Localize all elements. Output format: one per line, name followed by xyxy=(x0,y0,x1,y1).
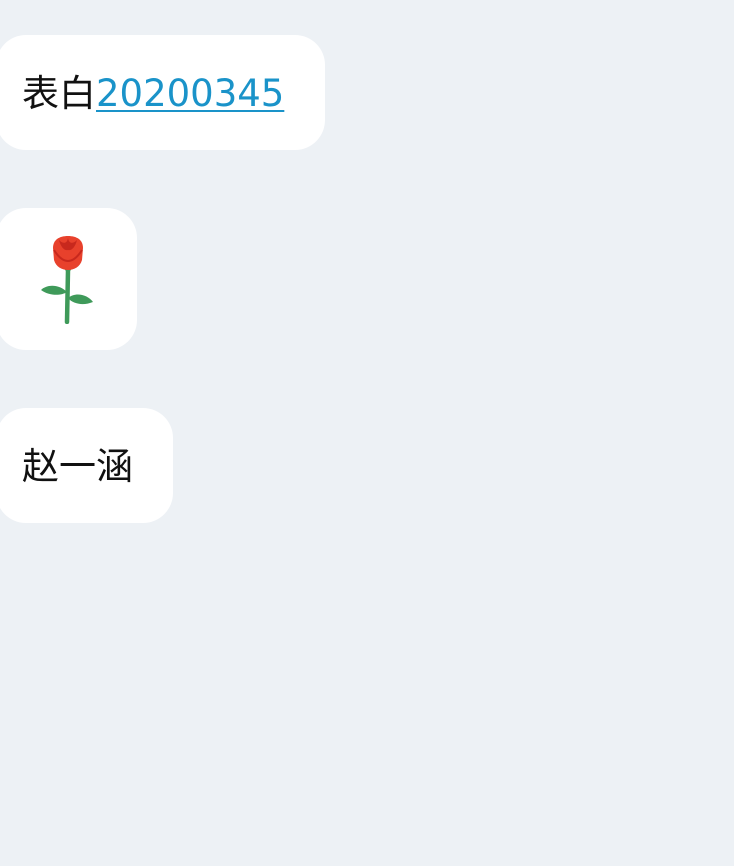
message-bubble[interactable]: 赵一涵 xyxy=(0,408,173,523)
message-text: 表白 xyxy=(22,72,96,115)
message-bubble[interactable]: 表白20200345 xyxy=(0,35,325,150)
rose-icon xyxy=(40,236,93,324)
message-number-link[interactable]: 20200345 xyxy=(96,72,284,115)
message-text: 赵一涵 xyxy=(22,445,133,488)
chat-message-list: 表白20200345 赵一涵 xyxy=(0,0,734,866)
sticker-bubble[interactable] xyxy=(0,208,137,350)
